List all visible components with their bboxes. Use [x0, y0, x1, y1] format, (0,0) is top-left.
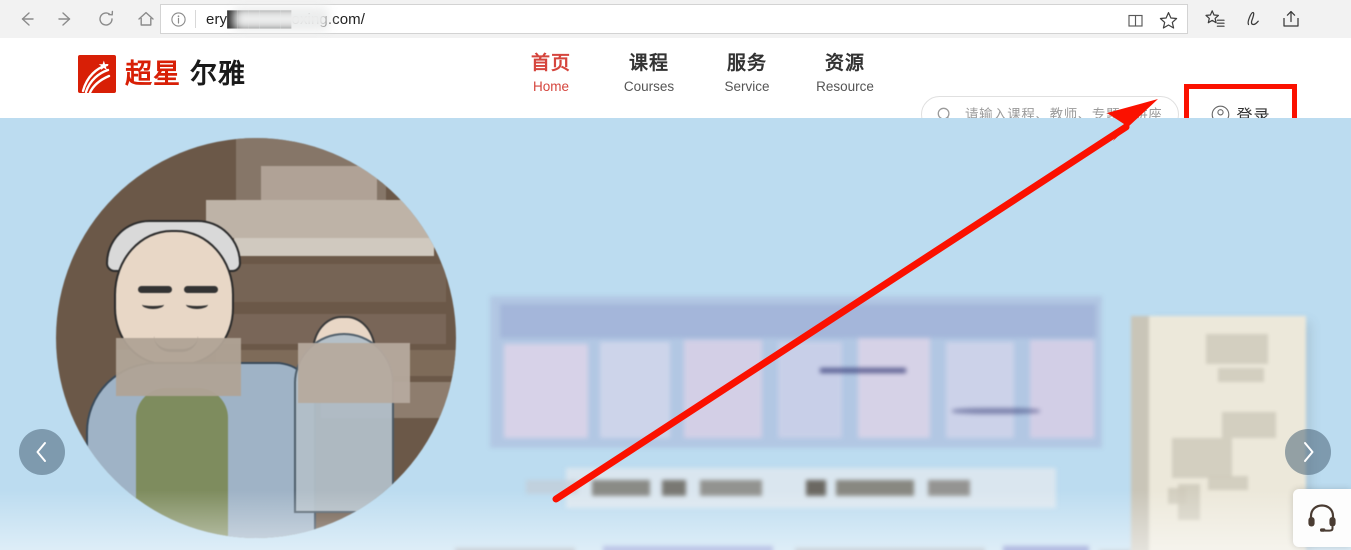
hero-illustration [56, 138, 456, 538]
address-bar-actions [1119, 7, 1185, 33]
nav-item-home-en: Home [532, 79, 569, 94]
back-arrow-icon[interactable] [6, 2, 46, 36]
banner-bottom-fade [0, 490, 1351, 550]
nav-item-home[interactable]: 首页 Home [520, 50, 582, 97]
banner-title-blurred [490, 296, 1102, 448]
carousel-next-button[interactable] [1285, 429, 1331, 475]
nav-item-courses-cn: 课程 [628, 52, 669, 74]
main-navigation: 首页 Home 课程 Courses 服务 Service 资源 Resourc… [520, 50, 876, 97]
reading-view-icon[interactable] [1119, 7, 1152, 33]
nav-item-service-cn: 服务 [726, 52, 767, 74]
page-root: ery██████oxing.com/ ··· ★ [0, 0, 1351, 550]
nav-item-home-cn: 首页 [530, 52, 571, 74]
forward-arrow-icon[interactable] [46, 2, 86, 36]
nav-item-resource[interactable]: 资源 Resource [814, 50, 876, 97]
logo-text-chaoxing: 超星 [125, 58, 181, 90]
address-bar[interactable]: ery██████oxing.com/ [160, 4, 1188, 34]
nav-item-courses[interactable]: 课程 Courses [618, 50, 680, 97]
nav-item-service[interactable]: 服务 Service [716, 50, 778, 97]
nav-item-courses-en: Courses [623, 79, 675, 94]
favorite-star-icon[interactable] [1152, 7, 1185, 33]
headset-customer-service-icon [1308, 504, 1336, 532]
web-note-pen-icon[interactable] [1234, 3, 1272, 35]
chaoxing-star-logo-icon: ★ [78, 55, 116, 93]
nav-item-service-en: Service [724, 79, 770, 94]
site-header: ★ 超星 尔雅 首页 Home 课程 Courses 服务 Service 资源… [0, 38, 1351, 147]
chevron-left-icon [36, 442, 46, 462]
hero-carousel [0, 118, 1351, 550]
logo-swoosh-shape [81, 64, 111, 93]
site-info-icon[interactable] [161, 5, 195, 33]
site-logo[interactable]: ★ 超星 尔雅 [78, 55, 246, 93]
logo-text-erya: 尔雅 [190, 58, 246, 90]
redacted-url-region [233, 6, 329, 31]
address-bar-divider [195, 10, 196, 28]
chevron-right-icon [1304, 442, 1314, 462]
nav-item-resource-cn: 资源 [824, 52, 865, 74]
nav-item-resource-en: Resource [816, 79, 874, 94]
address-bar-url: ery██████oxing.com/ [206, 6, 365, 31]
carousel-prev-button[interactable] [19, 429, 65, 475]
customer-service-button[interactable] [1293, 489, 1351, 547]
favorites-hub-icon[interactable] [1196, 3, 1234, 35]
share-icon[interactable] [1272, 3, 1310, 35]
browser-action-icons: ··· [1196, 3, 1310, 35]
refresh-icon[interactable] [86, 2, 126, 36]
